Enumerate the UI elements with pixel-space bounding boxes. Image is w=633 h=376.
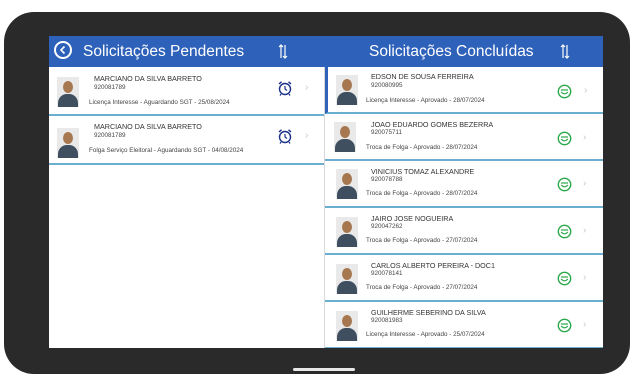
request-status: Licença Interesse - Aguardando SGT - 25/…: [89, 99, 230, 106]
chevron-right-icon[interactable]: ›: [583, 319, 586, 330]
completed-title: Solicitações Concluídas: [369, 43, 534, 60]
list-item[interactable]: JOAO EDUARDO GOMES BEZERRA 920075711 Tro…: [325, 114, 603, 161]
request-status: Troca de Folga - Aprovado - 28/07/2024: [366, 190, 478, 197]
avatar: [334, 122, 356, 152]
employee-name: GUILHERME SEBERINO DA SILVA: [371, 308, 486, 317]
sort-arrows-icon[interactable]: [278, 44, 288, 59]
request-status: Troca de Folga - Aprovado - 27/07/2024: [366, 284, 478, 291]
pending-list: MARCIANO DA SILVA BARRETO 920081789 Lice…: [49, 67, 325, 348]
chevron-right-icon[interactable]: ›: [305, 82, 308, 93]
chevron-right-icon[interactable]: ›: [305, 130, 308, 141]
alarm-clock-icon: [278, 81, 292, 96]
employee-name: MARCIANO DA SILVA BARRETO: [94, 122, 202, 131]
employee-name: VINICIUS TOMAZ ALEXANDRE: [371, 167, 475, 176]
request-status: Folga Serviço Eleitoral - Aguardando SGT…: [89, 147, 244, 154]
request-status: Licença Interesse - Aprovado - 28/07/202…: [366, 97, 485, 104]
employee-code: 920081983: [371, 317, 403, 324]
avatar: [336, 75, 358, 105]
employee-name: EDSON DE SOUSA FERREIRA: [371, 72, 474, 81]
home-indicator[interactable]: [293, 368, 355, 371]
avatar: [336, 217, 358, 247]
list-item[interactable]: JAIRO JOSE NOGUEIRA 920047262 Troca de F…: [325, 208, 603, 255]
chevron-right-icon[interactable]: ›: [583, 178, 586, 189]
employee-name: CARLOS ALBERTO PEREIRA - DOC1: [371, 261, 495, 270]
smiley-icon: [557, 318, 572, 333]
chevron-right-icon[interactable]: ›: [583, 225, 586, 236]
app-screen: Solicitações Pendentes Solicitações Conc…: [49, 36, 603, 348]
alarm-clock-icon: [278, 129, 292, 144]
list-item[interactable]: VINICIUS TOMAZ ALEXANDRE 920078788 Troca…: [325, 161, 603, 208]
completed-list: EDSON DE SOUSA FERREIRA 920080995 Licenç…: [325, 67, 603, 348]
smiley-icon: [557, 224, 572, 239]
smiley-icon: [557, 271, 572, 286]
list-item[interactable]: MARCIANO DA SILVA BARRETO 920081789 Folg…: [49, 116, 324, 165]
request-status: Troca de Folga - Aprovado - 28/07/2024: [366, 144, 478, 151]
employee-name: JOAO EDUARDO GOMES BEZERRA: [371, 120, 494, 129]
employee-code: 920081789: [94, 132, 126, 139]
pending-title: Solicitações Pendentes: [83, 43, 245, 60]
list-item[interactable]: GUILHERME SEBERINO DA SILVA 920081983 Li…: [325, 302, 603, 348]
avatar: [336, 169, 358, 199]
back-arrow-circle-icon[interactable]: [54, 41, 72, 59]
list-item[interactable]: MARCIANO DA SILVA BARRETO 920081789 Lice…: [49, 67, 324, 116]
request-status: Troca de Folga - Aprovado - 27/07/2024: [366, 237, 478, 244]
employee-code: 920078788: [371, 176, 403, 183]
smiley-icon: [557, 131, 572, 146]
avatar: [57, 128, 79, 158]
list-item[interactable]: EDSON DE SOUSA FERREIRA 920080995 Licenç…: [325, 67, 603, 114]
request-status: Licença Interesse - Aprovado - 25/07/202…: [366, 331, 485, 338]
smiley-icon: [557, 177, 572, 192]
header-bar: Solicitações Pendentes Solicitações Conc…: [49, 36, 603, 67]
avatar: [336, 311, 358, 341]
employee-name: JAIRO JOSE NOGUEIRA: [371, 214, 454, 223]
smiley-icon: [557, 84, 572, 99]
employee-code: 920078141: [371, 270, 403, 277]
avatar: [336, 264, 358, 294]
chevron-right-icon[interactable]: ›: [583, 132, 586, 143]
employee-code: 920081789: [94, 84, 126, 91]
employee-code: 920075711: [371, 129, 403, 136]
list-item[interactable]: CARLOS ALBERTO PEREIRA - DOC1 920078141 …: [325, 255, 603, 302]
sort-arrows-icon[interactable]: [560, 44, 570, 59]
employee-name: MARCIANO DA SILVA BARRETO: [94, 74, 202, 83]
employee-code: 920047262: [371, 223, 403, 230]
chevron-right-icon[interactable]: ›: [584, 85, 587, 96]
chevron-right-icon[interactable]: ›: [583, 272, 586, 283]
employee-code: 920080995: [371, 82, 403, 89]
avatar: [57, 77, 79, 107]
